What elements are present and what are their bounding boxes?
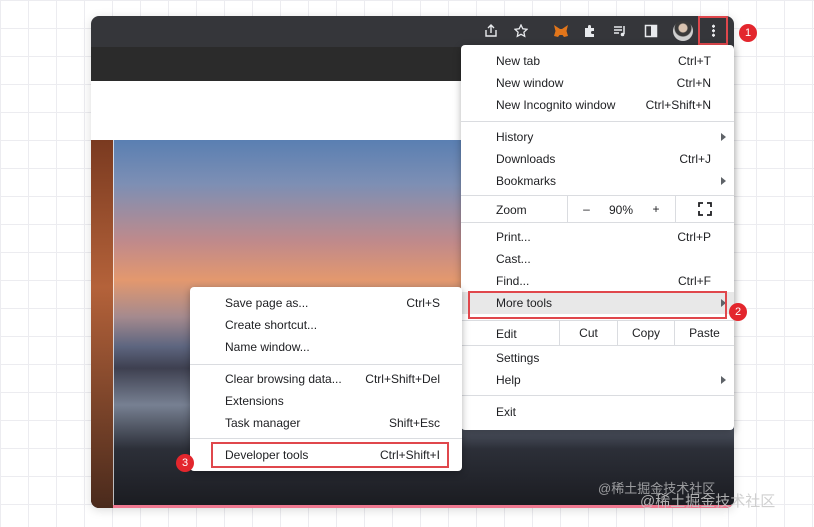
menu-item-shortcut: Shift+Esc	[388, 416, 440, 430]
menu-item-new-window[interactable]: New window Ctrl+N	[461, 72, 734, 94]
submenu-item-task-manager[interactable]: Task manager Shift+Esc	[190, 412, 462, 434]
browser-toolbar	[91, 16, 734, 47]
menu-item-shortcut: Ctrl+Shift+Del	[365, 372, 440, 386]
menu-item-shortcut: Ctrl+J	[679, 152, 711, 166]
edit-label: Edit	[496, 327, 517, 341]
menu-item-exit[interactable]: Exit	[461, 401, 734, 423]
fullscreen-icon	[698, 202, 712, 216]
step-badge-3: 3	[176, 454, 194, 472]
zoom-out-label: –	[583, 202, 590, 216]
metamask-fox-icon[interactable]	[550, 20, 572, 42]
edit-row: Edit Cut Copy Paste	[461, 320, 734, 346]
zoom-control: Zoom – 90% +	[461, 195, 734, 223]
menu-item-new-tab[interactable]: New tab Ctrl+T	[461, 50, 734, 72]
fullscreen-button[interactable]	[675, 196, 734, 222]
menu-item-label: Print...	[496, 230, 531, 244]
copy-label: Copy	[631, 326, 660, 340]
zoom-out-button[interactable]: –	[567, 196, 605, 222]
menu-item-label: Exit	[496, 405, 517, 419]
step-badge-1: 1	[739, 24, 757, 42]
star-icon[interactable]	[510, 20, 532, 42]
menu-item-cast[interactable]: Cast...	[461, 248, 734, 270]
chrome-main-menu: New tab Ctrl+T New window Ctrl+N New Inc…	[461, 45, 734, 430]
side-panel-icon[interactable]	[640, 20, 662, 42]
three-dot-menu-icon[interactable]	[698, 16, 728, 45]
menu-item-label: New tab	[496, 54, 541, 68]
menu-item-label: Settings	[496, 351, 540, 365]
menu-item-shortcut: Ctrl+F	[678, 274, 711, 288]
menu-item-label: Save page as...	[225, 296, 309, 310]
menu-item-downloads[interactable]: Downloads Ctrl+J	[461, 148, 734, 170]
highlight-more-tools	[468, 291, 727, 319]
menu-item-settings[interactable]: Settings	[461, 347, 734, 369]
extensions-puzzle-icon[interactable]	[579, 20, 601, 42]
highlight-developer-tools	[211, 442, 449, 468]
submenu-item-create-shortcut[interactable]: Create shortcut...	[190, 314, 462, 336]
profile-avatar[interactable]	[673, 21, 693, 41]
photo-border-line	[113, 140, 114, 508]
menu-item-shortcut: Ctrl+P	[677, 230, 711, 244]
copy-button[interactable]: Copy	[617, 321, 674, 345]
menu-item-help[interactable]: Help	[461, 369, 734, 391]
menu-divider	[190, 438, 462, 439]
menu-item-print[interactable]: Print... Ctrl+P	[461, 226, 734, 248]
menu-item-label: Bookmarks	[496, 174, 557, 188]
menu-item-label: New window	[496, 76, 564, 90]
menu-item-bookmarks[interactable]: Bookmarks	[461, 170, 734, 192]
menu-item-shortcut: Ctrl+S	[406, 296, 440, 310]
menu-item-shortcut: Ctrl+Shift+N	[645, 98, 711, 112]
menu-item-label: Cast...	[496, 252, 531, 266]
paste-label: Paste	[689, 326, 720, 340]
menu-item-label: Downloads	[496, 152, 556, 166]
media-queue-icon[interactable]	[609, 20, 631, 42]
menu-item-label: Extensions	[225, 394, 284, 408]
menu-item-label: New Incognito window	[496, 98, 616, 112]
menu-divider	[190, 364, 462, 365]
watermark: @稀土掘金技术社区	[640, 493, 776, 510]
paste-button[interactable]: Paste	[674, 321, 734, 345]
submenu-item-save-page-as[interactable]: Save page as... Ctrl+S	[190, 292, 462, 314]
submenu-arrow-icon	[721, 376, 726, 384]
cut-button[interactable]: Cut	[559, 321, 617, 345]
zoom-in-label: +	[652, 202, 660, 216]
submenu-arrow-icon	[721, 133, 726, 141]
submenu-arrow-icon	[721, 177, 726, 185]
menu-item-label: Name window...	[225, 340, 310, 354]
zoom-label: Zoom	[496, 203, 527, 217]
zoom-in-button[interactable]: +	[643, 196, 669, 222]
menu-item-label: Help	[496, 373, 521, 387]
menu-item-label: Clear browsing data...	[225, 372, 342, 386]
menu-divider	[461, 121, 734, 122]
menu-item-shortcut: Ctrl+N	[676, 76, 711, 90]
share-icon[interactable]	[480, 20, 502, 42]
menu-item-new-incognito-window[interactable]: New Incognito window Ctrl+Shift+N	[461, 94, 734, 116]
menu-item-label: Task manager	[225, 416, 301, 430]
step-badge-2: 2	[729, 303, 747, 321]
menu-item-label: History	[496, 130, 534, 144]
menu-item-label: Find...	[496, 274, 530, 288]
menu-item-shortcut: Ctrl+T	[678, 54, 711, 68]
photo-left-strip	[91, 140, 113, 508]
menu-item-find[interactable]: Find... Ctrl+F	[461, 270, 734, 292]
submenu-item-extensions[interactable]: Extensions	[190, 390, 462, 412]
cut-label: Cut	[579, 326, 598, 340]
menu-item-history[interactable]: History	[461, 126, 734, 148]
menu-item-label: Create shortcut...	[225, 318, 318, 332]
submenu-item-clear-browsing-data[interactable]: Clear browsing data... Ctrl+Shift+Del	[190, 368, 462, 390]
submenu-item-name-window[interactable]: Name window...	[190, 336, 462, 358]
zoom-level: 90%	[609, 203, 634, 217]
menu-divider	[461, 395, 734, 396]
